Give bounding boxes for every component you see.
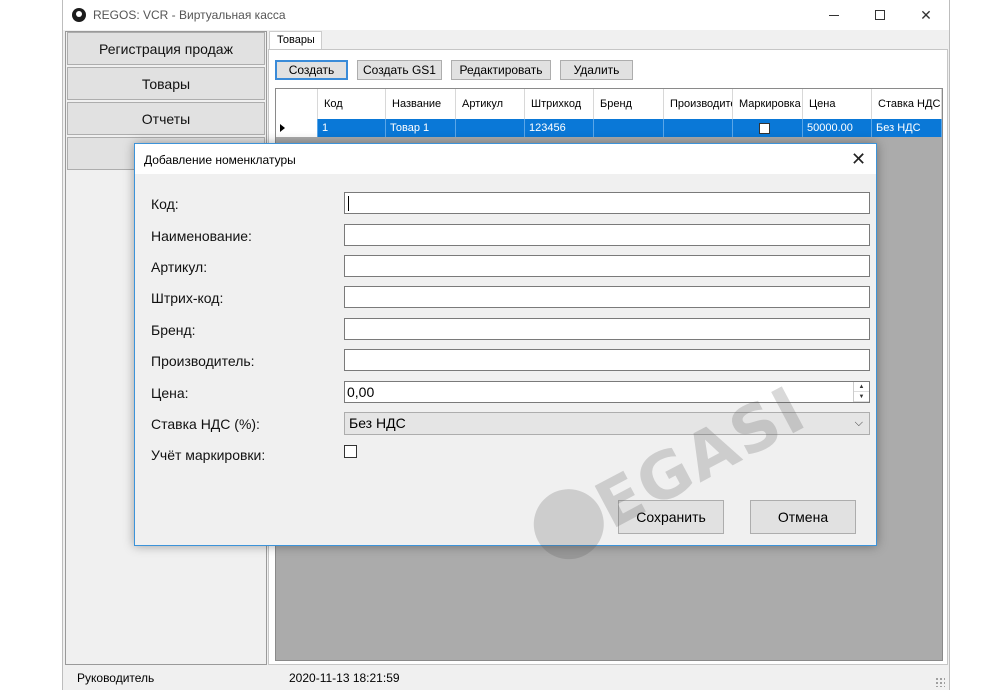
code-label: Код: — [151, 196, 179, 212]
barcode-field[interactable] — [344, 286, 870, 308]
cell-article[interactable] — [456, 119, 525, 137]
grid-corner — [276, 89, 318, 119]
vat-selected-value: Без НДС — [349, 415, 406, 431]
row-selector[interactable] — [276, 119, 318, 137]
name-field[interactable] — [344, 224, 870, 246]
tab-products[interactable]: Товары — [269, 31, 322, 49]
vat-select[interactable]: Без НДС ⌵ — [344, 412, 870, 435]
cell-brand[interactable] — [594, 119, 664, 137]
column-header[interactable]: Код — [318, 89, 386, 119]
cell-name[interactable]: Товар 1 — [386, 119, 456, 137]
column-header[interactable]: Артикул — [456, 89, 525, 119]
column-header[interactable]: Цена — [803, 89, 872, 119]
price-stepper[interactable]: ▲ ▼ — [853, 382, 869, 402]
dialog-title: Добавление номенклатуры — [144, 153, 296, 167]
create-gs1-button[interactable]: Создать GS1 — [357, 60, 442, 80]
grid-header: Код Название Артикул Штрихкод Бренд Прои… — [276, 89, 942, 119]
close-icon: ✕ — [920, 6, 932, 23]
create-button[interactable]: Создать — [275, 60, 348, 80]
status-datetime: 2020-11-13 18:21:59 — [289, 671, 400, 685]
status-bar: Руководитель 2020-11-13 18:21:59 — [63, 666, 949, 690]
marking-checkbox[interactable] — [344, 445, 357, 458]
cell-price[interactable]: 50000.00 — [803, 119, 872, 137]
price-label: Цена: — [151, 385, 189, 401]
close-window-button[interactable]: ✕ — [903, 0, 949, 30]
marking-checkbox[interactable] — [759, 122, 770, 134]
chevron-down-icon[interactable]: ▼ — [854, 392, 869, 402]
brand-field[interactable] — [344, 318, 870, 340]
marking-label: Учёт маркировки: — [151, 447, 266, 463]
price-field[interactable]: 0,00 ▲ ▼ — [344, 381, 870, 403]
chevron-down-icon: ⌵ — [854, 417, 863, 429]
chevron-up-icon[interactable]: ▲ — [854, 382, 869, 392]
name-label: Наименование: — [151, 228, 252, 244]
cancel-button[interactable]: Отмена — [750, 500, 856, 534]
current-row-icon — [280, 124, 285, 132]
add-item-dialog: Добавление номенклатуры ✕ Код: Наименова… — [134, 143, 877, 572]
dialog-close-button[interactable]: ✕ — [841, 144, 876, 174]
status-user: Руководитель — [77, 671, 155, 685]
title-bar: REGOS: VCR - Виртуальная касса ✕ — [63, 0, 949, 30]
table-row[interactable]: 1 Товар 1 123456 50000.00 Без НДС — [276, 119, 942, 137]
column-header[interactable]: Маркировка — [733, 89, 803, 119]
manufacturer-label: Производитель: — [151, 353, 255, 369]
save-button[interactable]: Сохранить — [618, 500, 724, 534]
text-cursor — [348, 196, 349, 211]
cell-manufacturer[interactable] — [664, 119, 733, 137]
vat-label: Ставка НДС (%): — [151, 416, 260, 432]
cell-vat[interactable]: Без НДС — [872, 119, 942, 137]
close-icon: ✕ — [850, 148, 867, 169]
minimize-button[interactable] — [811, 0, 857, 30]
article-label: Артикул: — [151, 259, 208, 275]
delete-button[interactable]: Удалить — [560, 60, 633, 80]
cell-marking[interactable] — [733, 119, 803, 137]
maximize-icon — [875, 10, 885, 20]
minimize-icon — [829, 14, 839, 16]
app-logo-icon — [72, 8, 86, 22]
sidebar-item-products[interactable]: Товары — [67, 67, 265, 100]
cell-barcode[interactable]: 123456 — [525, 119, 594, 137]
sidebar-item-reports[interactable]: Отчеты — [67, 102, 265, 135]
price-value: 0,00 — [347, 384, 375, 400]
column-header[interactable]: Название — [386, 89, 456, 119]
manufacturer-field[interactable] — [344, 349, 870, 371]
column-header[interactable]: Штрихкод — [525, 89, 594, 119]
resize-grip-icon[interactable] — [935, 677, 945, 687]
code-field[interactable] — [344, 192, 870, 214]
maximize-button[interactable] — [857, 0, 903, 30]
cell-code[interactable]: 1 — [318, 119, 386, 137]
dialog-title-bar: Добавление номенклатуры ✕ — [135, 144, 876, 174]
barcode-label: Штрих-код: — [151, 290, 224, 306]
brand-label: Бренд: — [151, 322, 196, 338]
column-header[interactable]: Ставка НДС — [872, 89, 942, 119]
column-header[interactable]: Бренд — [594, 89, 664, 119]
window-title: REGOS: VCR - Виртуальная касса — [93, 8, 286, 22]
sidebar-item-sales[interactable]: Регистрация продаж — [67, 32, 265, 65]
article-field[interactable] — [344, 255, 870, 277]
column-header[interactable]: Производитель — [664, 89, 733, 119]
edit-button[interactable]: Редактировать — [451, 60, 551, 80]
